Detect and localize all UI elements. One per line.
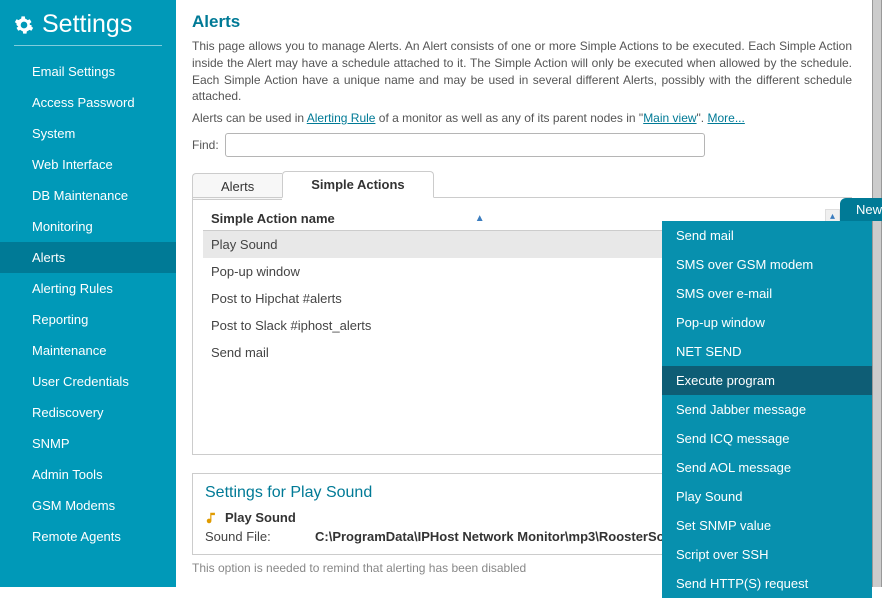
sidebar-item-rediscovery[interactable]: Rediscovery: [0, 397, 176, 428]
find-label: Find:: [192, 138, 219, 152]
sidebar-item-snmp[interactable]: SNMP: [0, 428, 176, 459]
music-note-icon: [205, 511, 219, 525]
sidebar-item-alerts[interactable]: Alerts: [0, 242, 176, 273]
column-header-name: Simple Action name: [211, 211, 335, 226]
dropdown-item-icq[interactable]: Send ICQ message: [662, 424, 872, 453]
dropdown-item-netsend[interactable]: NET SEND: [662, 337, 872, 366]
dropdown-item-snmp[interactable]: Set SNMP value: [662, 511, 872, 540]
more-link[interactable]: More...: [707, 111, 744, 125]
find-input[interactable]: [225, 133, 705, 157]
page-description: This page allows you to manage Alerts. A…: [192, 38, 852, 105]
sidebar-item-db-maintenance[interactable]: DB Maintenance: [0, 180, 176, 211]
sidebar: Settings Email Settings Access Password …: [0, 0, 176, 587]
main-view-link[interactable]: Main view: [643, 111, 696, 125]
find-row: Find:: [192, 133, 852, 157]
soundfile-label: Sound File:: [205, 529, 315, 544]
sidebar-item-access-password[interactable]: Access Password: [0, 87, 176, 118]
sidebar-item-reporting[interactable]: Reporting: [0, 304, 176, 335]
sidebar-item-system[interactable]: System: [0, 118, 176, 149]
sidebar-item-user-credentials[interactable]: User Credentials: [0, 366, 176, 397]
alerting-rule-link[interactable]: Alerting Rule: [307, 111, 376, 125]
dropdown-item-ssh[interactable]: Script over SSH: [662, 540, 872, 569]
soundfile-value: C:\ProgramData\IPHost Network Monitor\mp…: [315, 529, 719, 544]
sidebar-item-admin-tools[interactable]: Admin Tools: [0, 459, 176, 490]
dropdown-item-play-sound[interactable]: Play Sound: [662, 482, 872, 511]
sidebar-item-web-interface[interactable]: Web Interface: [0, 149, 176, 180]
dropdown-item-sms-gsm[interactable]: SMS over GSM modem: [662, 250, 872, 279]
right-border: [872, 0, 882, 587]
dropdown-item-jabber[interactable]: Send Jabber message: [662, 395, 872, 424]
play-sound-label: Play Sound: [225, 510, 296, 525]
new-button[interactable]: New ▼: [840, 198, 882, 221]
sidebar-title: Settings: [42, 10, 132, 39]
page-title: Alerts: [192, 12, 852, 32]
tab-simple-actions[interactable]: Simple Actions: [282, 171, 433, 198]
dropdown-item-execute-program[interactable]: Execute program: [662, 366, 872, 395]
gear-icon: [14, 15, 34, 35]
page-description-2: Alerts can be used in Alerting Rule of a…: [192, 111, 852, 125]
sidebar-item-gsm-modems[interactable]: GSM Modems: [0, 490, 176, 521]
dropdown-item-http[interactable]: Send HTTP(S) request: [662, 569, 872, 598]
dropdown-item-popup[interactable]: Pop-up window: [662, 308, 872, 337]
tab-alerts[interactable]: Alerts: [192, 173, 282, 200]
sidebar-item-maintenance[interactable]: Maintenance: [0, 335, 176, 366]
dropdown-item-aol[interactable]: Send AOL message: [662, 453, 872, 482]
sidebar-item-monitoring[interactable]: Monitoring: [0, 211, 176, 242]
sort-asc-icon: ▲: [475, 213, 485, 224]
tabs: Alerts Simple Actions: [192, 171, 852, 198]
dropdown-item-sms-email[interactable]: SMS over e-mail: [662, 279, 872, 308]
sidebar-item-alerting-rules[interactable]: Alerting Rules: [0, 273, 176, 304]
sidebar-item-email-settings[interactable]: Email Settings: [0, 56, 176, 87]
main: Alerts This page allows you to manage Al…: [176, 0, 872, 587]
sidebar-header: Settings: [0, 6, 176, 45]
sidebar-item-remote-agents[interactable]: Remote Agents: [0, 521, 176, 552]
new-dropdown: Send mail SMS over GSM modem SMS over e-…: [662, 221, 872, 598]
sidebar-divider: [14, 45, 162, 46]
new-button-label: New: [856, 202, 882, 217]
dropdown-item-send-mail[interactable]: Send mail: [662, 221, 872, 250]
